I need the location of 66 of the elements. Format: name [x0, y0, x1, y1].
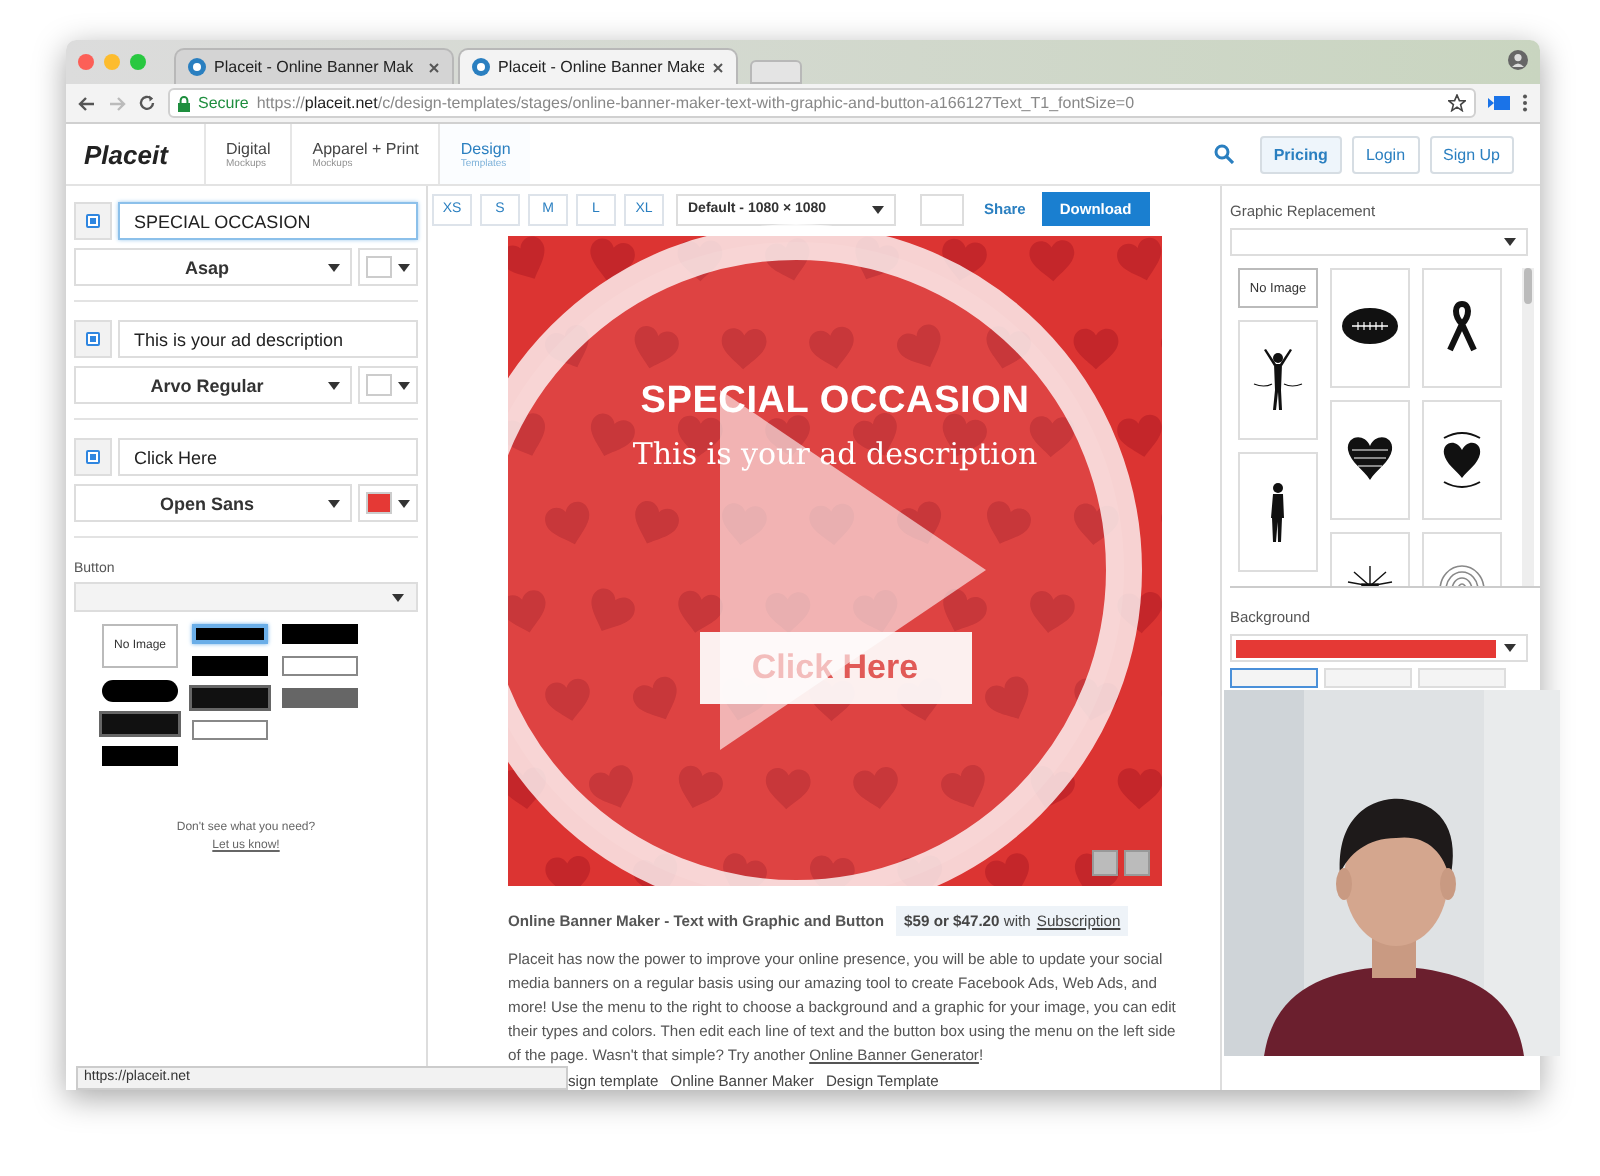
url-text: https://placeit.net/c/design-templates/stages/online-banner-maker-text-with-graphic-and-button-a166127Text_T1_fontSize=0 [256, 94, 1135, 112]
header-button[interactable]: Pricing [1259, 135, 1342, 173]
fingerprint-icon [1439, 565, 1485, 586]
lock-icon [178, 95, 190, 111]
caret-icon [328, 263, 340, 271]
color-dropdown[interactable] [358, 366, 418, 404]
background-dropdown[interactable] [1230, 634, 1528, 662]
browser-tab[interactable]: Placeit - Online Banner Mak [174, 48, 454, 84]
graphic-option[interactable] [1238, 452, 1318, 572]
nav-title: Digital [226, 139, 271, 157]
checkbox[interactable] [86, 450, 100, 464]
site-icon [472, 58, 490, 76]
back-icon[interactable] [78, 95, 96, 111]
caret-icon [328, 381, 340, 389]
sunburst-icon [1347, 565, 1393, 586]
search-icon[interactable] [1213, 144, 1234, 164]
caret-icon [1504, 644, 1516, 652]
caret-icon [872, 205, 884, 213]
color-dropdown[interactable] [358, 248, 418, 286]
font-dropdown[interactable]: Arvo Regular [74, 366, 352, 404]
nav-title: Design [460, 139, 511, 157]
caret-icon [1504, 238, 1516, 246]
text-field[interactable]: Click Here [118, 438, 418, 476]
caret-icon [398, 263, 410, 271]
checkbox[interactable] [86, 332, 100, 346]
runner-icon [1271, 483, 1284, 542]
background-option[interactable] [1230, 668, 1318, 688]
reload-icon[interactable] [138, 94, 156, 112]
header-button[interactable]: Sign Up [1429, 135, 1514, 173]
caret-icon [328, 499, 340, 507]
football-icon [1342, 308, 1398, 344]
graphic-option[interactable] [1422, 400, 1502, 520]
extension-icon[interactable] [1488, 96, 1510, 110]
text-field[interactable]: SPECIAL OCCASION [118, 202, 418, 240]
graphic-option[interactable] [1330, 268, 1410, 388]
button-style-option[interactable] [102, 680, 178, 702]
graphic-option[interactable] [1422, 268, 1502, 388]
button-style-option[interactable] [192, 624, 268, 644]
heart-icon [1347, 437, 1393, 480]
ribbon-icon [1447, 301, 1477, 353]
color-dropdown[interactable] [358, 484, 418, 522]
scrollbar-thumb[interactable] [1524, 268, 1532, 304]
close-window-icon[interactable] [78, 54, 94, 70]
heart-arrows-icon [1443, 432, 1481, 488]
menu-icon[interactable] [1522, 94, 1528, 112]
caret-icon [392, 593, 404, 601]
close-icon[interactable] [712, 61, 724, 73]
nav-title: Apparel + Print [312, 139, 419, 157]
runner-icon [1253, 349, 1303, 410]
caret-icon [398, 499, 410, 507]
font-dropdown[interactable]: Asap [74, 248, 352, 286]
banner-cta: Click Here [699, 632, 971, 704]
header-button[interactable]: Login [1351, 135, 1420, 173]
profile-icon[interactable] [1508, 50, 1528, 70]
graphic-option[interactable] [1238, 320, 1318, 440]
address-field[interactable]: Secure https://placeit.net/c/design-templates/stages/online-banner-maker-text-with-graphic-and-button-a166127Text_T1_fontSize=0 [168, 88, 1476, 118]
site-icon [188, 58, 206, 76]
text-field[interactable]: This is your ad description [118, 320, 418, 358]
close-icon[interactable] [428, 61, 440, 73]
secure-label: Secure [198, 94, 249, 112]
caret-icon [398, 381, 410, 389]
site-logo[interactable]: Placeit [66, 139, 204, 169]
graphic-option[interactable] [1330, 400, 1410, 520]
bookmark-star-icon[interactable] [1448, 94, 1466, 112]
font-dropdown[interactable]: Open Sans [74, 484, 352, 522]
checkbox[interactable] [86, 214, 100, 228]
